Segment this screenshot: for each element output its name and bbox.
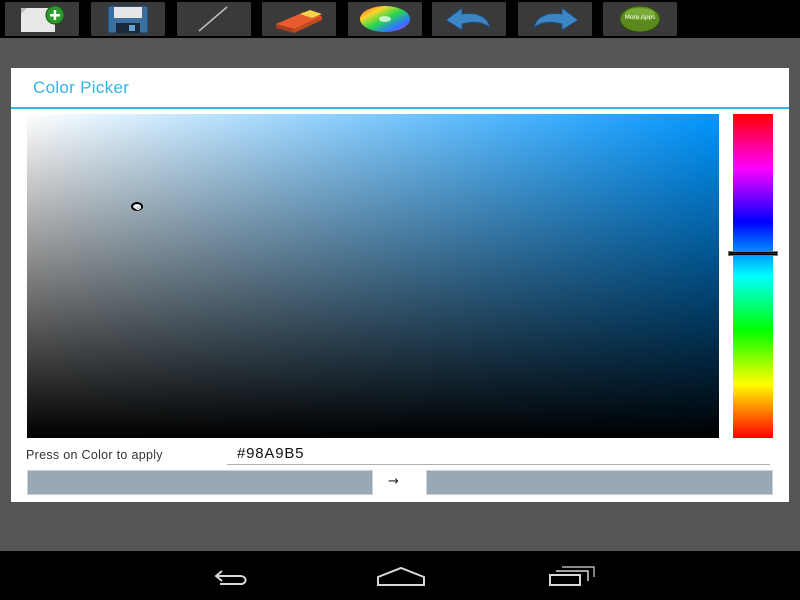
title-divider [11, 107, 789, 109]
color-cursor[interactable] [131, 202, 143, 211]
more-apps-button[interactable]: More Apps [603, 2, 677, 36]
eraser-button[interactable] [262, 2, 336, 36]
more-apps-icon: More Apps [619, 5, 661, 33]
hue-slider[interactable] [733, 114, 773, 438]
hue-slider-handle[interactable] [729, 252, 777, 256]
pencil-line-icon [198, 6, 228, 32]
saturation-value-area[interactable] [27, 114, 719, 438]
new-color-swatch[interactable] [426, 470, 773, 495]
undo-arrow-icon [445, 7, 491, 31]
home-icon[interactable] [376, 565, 426, 587]
redo-button[interactable] [518, 2, 592, 36]
brush-button[interactable] [177, 2, 251, 36]
back-icon[interactable] [206, 565, 254, 587]
new-canvas-icon [21, 5, 65, 32]
new-canvas-button[interactable] [5, 2, 79, 36]
top-toolbar: More Apps [0, 0, 800, 38]
redo-arrow-icon [533, 7, 579, 31]
save-button[interactable] [91, 2, 165, 36]
hex-value: #98A9B5 [237, 445, 305, 462]
more-apps-label: More Apps [624, 14, 656, 21]
floppy-disk-icon [107, 5, 149, 34]
color-picker-dialog: Color Picker Press on Color to apply #98… [11, 68, 789, 502]
eraser-icon [276, 10, 322, 33]
recent-apps-icon[interactable] [548, 565, 596, 587]
color-wheel-icon [360, 6, 410, 32]
arrow-icon: → [388, 474, 399, 489]
system-nav-bar [0, 551, 800, 600]
dialog-title: Color Picker [33, 78, 130, 97]
undo-button[interactable] [432, 2, 506, 36]
color-wheel-button[interactable] [348, 2, 422, 36]
hex-input[interactable]: #98A9B5 [227, 444, 770, 465]
black-gradient [27, 114, 719, 438]
old-color-swatch[interactable] [27, 470, 373, 495]
apply-hint: Press on Color to apply [26, 448, 163, 462]
